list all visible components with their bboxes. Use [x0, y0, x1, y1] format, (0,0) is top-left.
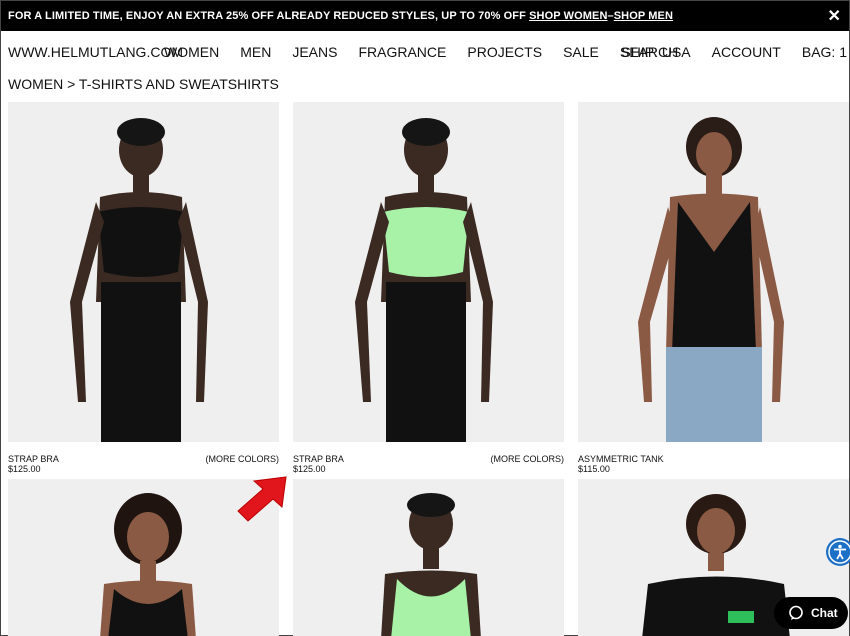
nav-women[interactable]: WOMEN [164, 44, 219, 60]
product-card[interactable]: ASYMMETRIC TANK $115.00 [578, 102, 849, 474]
product-meta: ASYMMETRIC TANK $115.00 [578, 454, 849, 474]
product-image[interactable] [578, 102, 849, 442]
nav-utility: SHIP: USA ACCOUNT BAG: 1 [600, 44, 847, 60]
bag-link[interactable]: BAG: 1 [802, 44, 847, 60]
close-icon[interactable]: ✕ [827, 6, 841, 26]
nav-jeans[interactable]: JEANS [292, 44, 337, 60]
ship-selector[interactable]: SHIP: USA [621, 44, 690, 60]
breadcrumb: WOMEN > T-SHIRTS AND SWEATSHIRTS [8, 76, 279, 92]
account-link[interactable]: ACCOUNT [712, 44, 781, 60]
product-meta: STRAP BRA $125.00 (MORE COLORS) [293, 454, 564, 474]
nav-fragrance[interactable]: FRAGRANCE [358, 44, 446, 60]
product-image[interactable] [293, 102, 564, 442]
shop-women-link[interactable]: SHOP WOMEN [529, 10, 607, 22]
site-logo[interactable]: WWW.HELMUTLANG.COM [8, 44, 183, 60]
chat-button[interactable]: Chat [774, 597, 848, 629]
main-nav: WWW.HELMUTLANG.COM WOMEN MEN JEANS FRAGR… [1, 31, 849, 73]
promo-banner: FOR A LIMITED TIME, ENJOY AN EXTRA 25% O… [1, 1, 849, 31]
chat-label: Chat [811, 606, 838, 620]
more-colors-link[interactable]: (MORE COLORS) [205, 454, 279, 464]
product-price: $115.00 [578, 464, 610, 474]
product-price: $125.00 [293, 464, 326, 474]
product-image[interactable] [8, 102, 279, 442]
nav-sale[interactable]: SALE [563, 44, 599, 60]
product-card[interactable] [293, 479, 564, 636]
shop-men-link[interactable]: SHOP MEN [614, 10, 673, 22]
product-card[interactable]: STRAP BRA $125.00 (MORE COLORS) [293, 102, 564, 474]
promo-text: FOR A LIMITED TIME, ENJOY AN EXTRA 25% O… [8, 10, 526, 22]
accessibility-icon[interactable] [826, 538, 850, 566]
chat-bubble-icon [789, 605, 803, 620]
more-colors-link[interactable]: (MORE COLORS) [490, 454, 564, 464]
product-name[interactable]: ASYMMETRIC TANK [578, 454, 849, 464]
product-card[interactable]: STRAP BRA $125.00 (MORE COLORS) [8, 102, 279, 474]
product-image[interactable] [293, 479, 564, 636]
nav-projects[interactable]: PROJECTS [467, 44, 542, 60]
nav-men[interactable]: MEN [240, 44, 271, 60]
product-meta: STRAP BRA $125.00 (MORE COLORS) [8, 454, 279, 474]
annotation-arrow-icon [237, 476, 287, 522]
